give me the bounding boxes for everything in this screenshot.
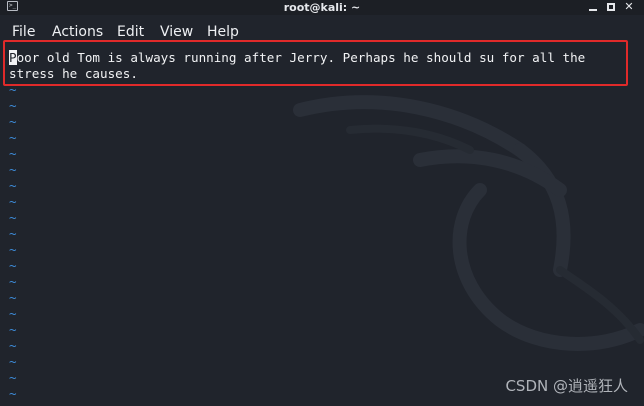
title-bar[interactable]: >_ root@kali: ~ ✕ [0, 0, 644, 15]
empty-line-tilde: ~ [9, 386, 17, 401]
menu-file[interactable]: File [12, 23, 35, 41]
menu-help[interactable]: Help [207, 23, 239, 41]
editor-area[interactable]: Poor old Tom is always running after Jer… [0, 40, 644, 406]
menu-edit[interactable]: Edit [117, 23, 144, 41]
empty-line-tilde: ~ [9, 322, 17, 337]
empty-line-tilde: ~ [9, 290, 17, 305]
empty-line-tilde: ~ [9, 82, 17, 97]
watermark-text: CSDN @逍遥狂人 [505, 377, 628, 395]
empty-line-tilde: ~ [9, 354, 17, 369]
terminal-window: >_ root@kali: ~ ✕ File Actions Edit View… [0, 0, 644, 406]
minimize-icon [589, 9, 597, 11]
window-title: root@kali: ~ [283, 1, 361, 14]
empty-line-tilde: ~ [9, 338, 17, 353]
empty-line-tilde: ~ [9, 370, 17, 385]
empty-line-tilde: ~ [9, 130, 17, 145]
close-button[interactable]: ✕ [621, 0, 637, 15]
text-line-1: Poor old Tom is always running after Jer… [9, 50, 585, 66]
empty-line-tilde: ~ [9, 178, 17, 193]
empty-line-tilde: ~ [9, 306, 17, 321]
empty-line-tilde: ~ [9, 258, 17, 273]
maximize-icon [607, 3, 615, 11]
close-icon: ✕ [624, 0, 634, 13]
menu-bar: File Actions Edit View Help [0, 15, 644, 40]
empty-line-tilde: ~ [9, 194, 17, 209]
menu-view[interactable]: View [160, 23, 193, 41]
empty-line-tilde: ~ [9, 98, 17, 113]
text-cursor: P [9, 50, 17, 65]
empty-line-tilde: ~ [9, 226, 17, 241]
empty-line-tilde: ~ [9, 274, 17, 289]
empty-line-tilde: ~ [9, 162, 17, 177]
minimize-button[interactable] [585, 0, 601, 15]
kali-dragon-watermark [293, 95, 644, 351]
empty-line-tilde: ~ [9, 210, 17, 225]
maximize-button[interactable] [603, 0, 619, 15]
menu-actions[interactable]: Actions [52, 23, 103, 41]
empty-line-tilde: ~ [9, 146, 17, 161]
line-1-text: oor old Tom is always running after Jerr… [16, 50, 586, 65]
text-line-2: stress he causes. [9, 66, 138, 81]
empty-line-tilde: ~ [9, 242, 17, 257]
empty-line-tilde: ~ [9, 114, 17, 129]
